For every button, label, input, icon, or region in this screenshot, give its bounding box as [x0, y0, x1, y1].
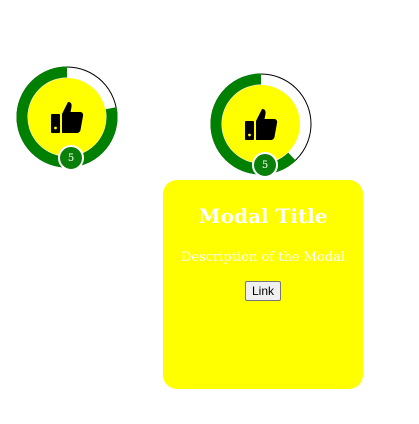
modal-description: Description of the Modal — [180, 250, 346, 265]
like-button-1[interactable] — [28, 78, 106, 156]
count-badge-1: 5 — [58, 145, 84, 171]
like-widget-2[interactable]: 5 — [210, 73, 312, 178]
like-button-2[interactable] — [222, 85, 300, 163]
modal-title: Modal Title — [198, 204, 328, 228]
thumbs-up-icon — [51, 102, 84, 133]
like-widget-1[interactable]: 5 — [16, 66, 118, 171]
page-stage: 5 5 Modal Title Description of the Modal… — [0, 0, 419, 424]
modal-link-button[interactable]: Link — [244, 281, 281, 301]
count-badge-2: 5 — [252, 152, 278, 178]
modal-dialog: Modal Title Description of the Modal Lin… — [163, 180, 363, 389]
thumbs-up-icon — [245, 109, 278, 140]
